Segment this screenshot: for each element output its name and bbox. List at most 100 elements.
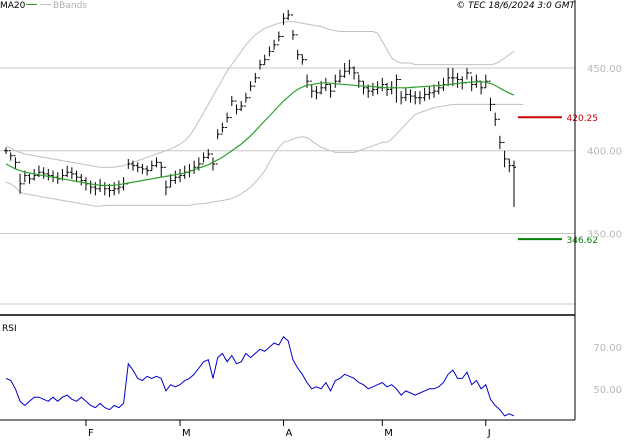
ohlc-bar: [286, 10, 291, 20]
ohlc-bar: [512, 160, 516, 208]
ohlc-bar: [140, 163, 145, 174]
month-tick-label: J: [487, 428, 491, 439]
ohlc-bar: [502, 141, 507, 168]
ohlc-bar: [399, 79, 404, 105]
ohlc-bar: [178, 168, 183, 183]
ohlc-bar: [347, 59, 352, 75]
ohlc-bar: [46, 168, 51, 181]
ohlc-bar: [102, 182, 107, 196]
ohlc-bar: [408, 89, 413, 103]
ohlc-bar: [361, 80, 366, 95]
ma20-path: [5, 81, 515, 187]
stock-chart: MA20 BBands © TEC 18/6/2024 3:0 GMT 420.…: [0, 0, 622, 439]
ohlc-bar: [493, 103, 498, 126]
ohlc-bar: [267, 46, 272, 61]
bbands-legend: BBands: [53, 1, 87, 11]
price-tick-label: 400.00: [587, 147, 622, 158]
copyright-label: © TEC 18/6/2024 3:0 GMT: [456, 1, 576, 11]
ohlc-bar: [201, 152, 206, 165]
ohlc-bar: [436, 81, 441, 95]
ohlc-bar: [234, 100, 239, 115]
ohlc-bar: [446, 67, 451, 87]
ohlc-bar: [41, 167, 46, 179]
bollinger-upper-band: [5, 21, 515, 168]
rsi-line: [5, 336, 515, 417]
price-axis: 350.00 400.00 450.00: [587, 64, 622, 241]
resistance-level-label: 420.25: [567, 114, 599, 124]
ohlc-bar: [18, 161, 23, 194]
ohlc-bar: [295, 34, 300, 60]
ohlc-bar: [403, 87, 408, 102]
ohlc-bar: [69, 167, 74, 179]
ohlc-bar: [305, 59, 310, 88]
ohlc-bar: [333, 74, 338, 92]
ohlc-bar: [173, 170, 178, 184]
ohlc-bar: [248, 81, 253, 99]
ohlc-bar: [163, 166, 168, 196]
ohlc-bar: [253, 72, 258, 87]
ohlc-bar: [380, 77, 385, 92]
rsi-tick-label: 50.00: [593, 385, 622, 396]
ohlc-bar: [192, 160, 197, 174]
ohlc-bar: [427, 86, 432, 100]
month-tick-label: A: [286, 428, 293, 439]
month-tick-label: M: [182, 428, 191, 439]
ohlc-bar: [159, 161, 164, 178]
ohlc-bar: [479, 80, 484, 95]
ohlc-bar: [149, 160, 154, 172]
ohlc-bar: [239, 101, 244, 111]
rsi-title: RSI: [2, 324, 17, 334]
ohlc-bar: [290, 14, 295, 40]
ohlc-bar: [262, 54, 267, 66]
rsi-path: [5, 336, 515, 417]
ohlc-bar: [88, 180, 93, 194]
ohlc-bar: [455, 72, 460, 88]
ohlc-bar: [154, 157, 159, 168]
ohlc-bar: [464, 67, 469, 84]
ohlc-bar: [328, 84, 333, 98]
ohlc-bar: [135, 162, 140, 173]
ohlc-bar: [220, 122, 225, 135]
ohlc-bar: [126, 159, 131, 185]
price-levels: 420.25346.62: [518, 114, 598, 246]
ohlc-bar: [417, 91, 422, 105]
month-tick-label: M: [384, 428, 393, 439]
ohlc-bar: [276, 31, 281, 46]
ohlc-bar: [375, 81, 380, 95]
ohlc-bar: [65, 165, 70, 178]
ohlc-bar: [116, 180, 121, 194]
ohlc-bar: [4, 147, 8, 155]
ohlc-bar: [314, 86, 319, 100]
ohlc-bar: [112, 182, 117, 196]
ohlc-bar: [497, 118, 502, 150]
ohlc-bar: [488, 80, 493, 111]
ohlc-bar: [337, 69, 342, 83]
ohlc-bar: [323, 77, 328, 92]
ohlc-bar: [385, 82, 389, 97]
ohlc-bar: [272, 39, 277, 52]
ohlc-bar: [342, 62, 347, 78]
ohlc-bar: [300, 54, 305, 65]
rsi-tick-label: 70.00: [593, 343, 622, 354]
ohlc-bar: [370, 82, 375, 97]
price-tick-label: 350.00: [587, 230, 622, 241]
month-tick-label: F: [88, 428, 94, 439]
ohlc-bar: [27, 173, 32, 184]
ohlc-bar: [8, 150, 13, 161]
ohlc-bar: [243, 92, 248, 107]
ohlc-bar: [483, 74, 488, 89]
ohlc-bar: [258, 59, 262, 79]
ohlc-bar: [13, 155, 18, 169]
ohlc-bar: [413, 91, 418, 105]
ohlc-bar: [225, 112, 230, 129]
ohlc-bar: [79, 173, 84, 186]
ma20-line: [5, 81, 515, 187]
ohlc-bar: [145, 165, 150, 176]
time-axis: FMAMJ: [85, 420, 491, 439]
ohlc-bar: [74, 170, 79, 183]
rsi-axis: 50.00 70.00: [593, 343, 622, 396]
bollinger-bands: [5, 21, 524, 207]
ma20-legend: MA20: [0, 1, 26, 11]
ohlc-bar: [281, 13, 286, 37]
ohlc-bar: [394, 74, 399, 103]
